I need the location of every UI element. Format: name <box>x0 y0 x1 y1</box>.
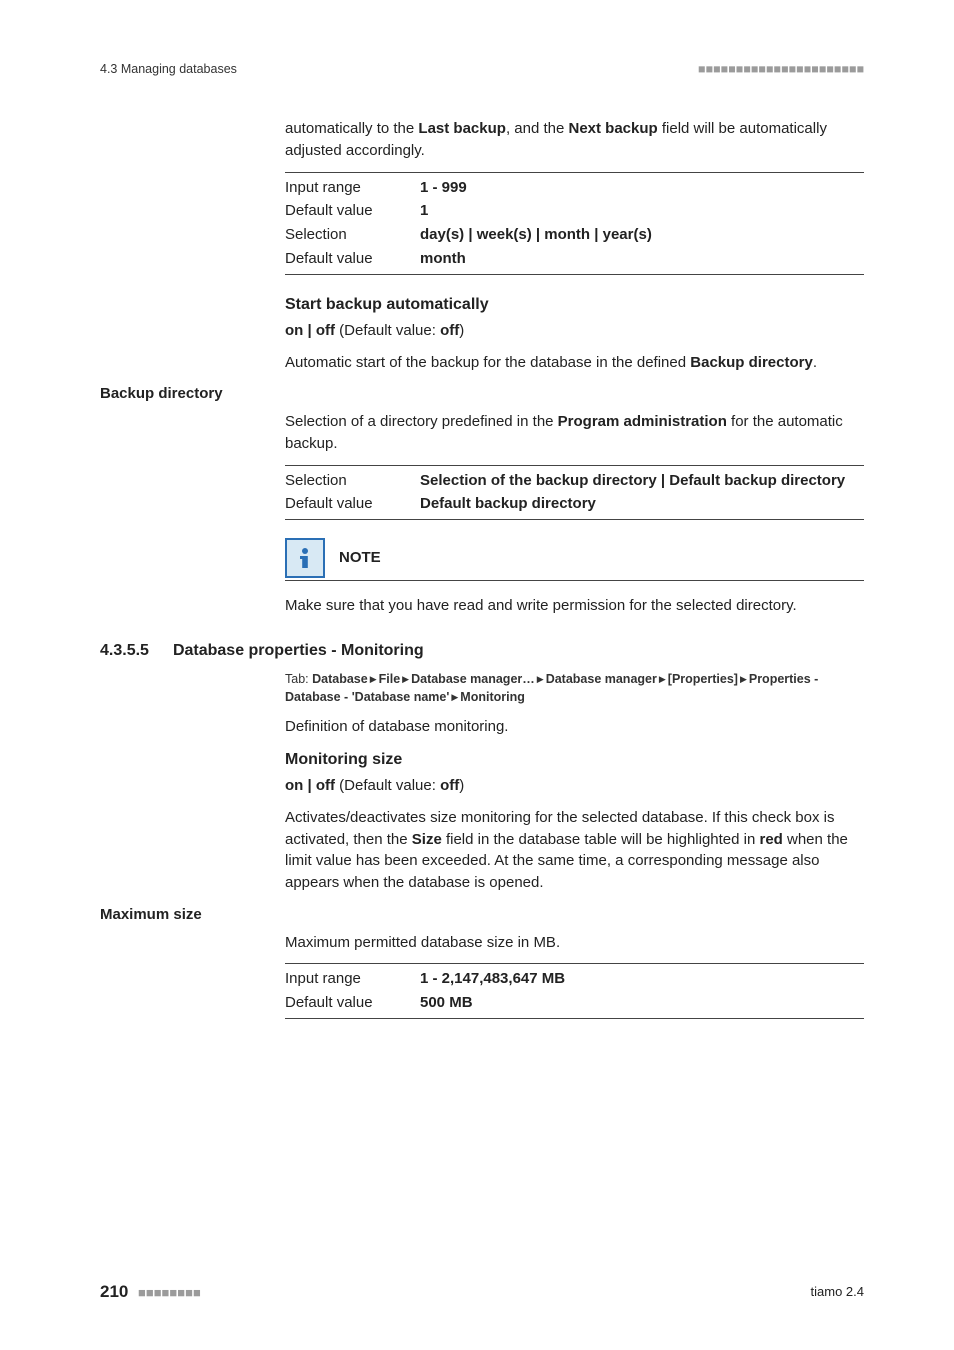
header-left: 4.3 Managing databases <box>100 60 237 78</box>
monitoring-definition: Definition of database monitoring. <box>285 716 864 738</box>
chevron-right-icon: ▶ <box>400 674 411 684</box>
maximum-size-table: Input range 1 - 2,147,483,647 MB Default… <box>285 963 864 1019</box>
backup-directory-desc: Selection of a directory predefined in t… <box>285 411 864 455</box>
note-header: NOTE <box>285 538 864 581</box>
section-heading: 4.3.5.5 Database properties - Monitoring <box>100 639 864 662</box>
prop-label: Default value <box>285 200 420 222</box>
section-title: Database properties - Monitoring <box>173 639 424 662</box>
prop-value: month <box>420 248 864 270</box>
prop-label: Selection <box>285 224 420 246</box>
note-body: Make sure that you have read and write p… <box>285 595 864 617</box>
prop-label: Default value <box>285 493 420 515</box>
start-backup-onoff: on | off (Default value: off) <box>285 320 864 342</box>
prop-label: Input range <box>285 177 420 199</box>
backup-directory-table: Selection Selection of the backup direct… <box>285 465 864 521</box>
info-icon <box>285 538 325 578</box>
prop-value: day(s) | week(s) | month | year(s) <box>420 224 864 246</box>
maximum-size-desc: Maximum permitted database size in MB. <box>285 932 864 954</box>
table-row: Selection day(s) | week(s) | month | yea… <box>285 223 864 247</box>
page-number: 210 <box>100 1282 128 1301</box>
prop-value: 1 <box>420 200 864 222</box>
note-title: NOTE <box>339 547 381 569</box>
prop-value: 1 - 999 <box>420 177 864 199</box>
chevron-right-icon: ▶ <box>449 692 460 702</box>
section-number: 4.3.5.5 <box>100 639 149 662</box>
monitoring-size-desc: Activates/deactivates size monitoring fo… <box>285 807 864 894</box>
prop-label: Selection <box>285 470 420 492</box>
interval-table: Input range 1 - 999 Default value 1 Sele… <box>285 172 864 275</box>
chevron-right-icon: ▶ <box>368 674 379 684</box>
backup-directory-heading: Backup directory <box>100 383 864 405</box>
prop-label: Input range <box>285 968 420 990</box>
prop-value: Default backup directory <box>420 493 864 515</box>
table-row: Input range 1 - 2,147,483,647 MB <box>285 967 864 991</box>
monitoring-size-onoff: on | off (Default value: off) <box>285 775 864 797</box>
table-row: Selection Selection of the backup direct… <box>285 469 864 493</box>
prop-label: Default value <box>285 248 420 270</box>
header-dashes: ■■■■■■■■■■■■■■■■■■■■■■ <box>698 60 864 78</box>
prop-label: Default value <box>285 992 420 1014</box>
footer-left: 210 ■■■■■■■■ <box>100 1280 201 1305</box>
chevron-right-icon: ▶ <box>535 674 546 684</box>
running-header: 4.3 Managing databases ■■■■■■■■■■■■■■■■■… <box>100 60 864 78</box>
start-backup-desc: Automatic start of the backup for the da… <box>285 352 864 374</box>
table-row: Input range 1 - 999 <box>285 176 864 200</box>
intro-paragraph: automatically to the Last backup, and th… <box>285 118 864 162</box>
prop-value: 1 - 2,147,483,647 MB <box>420 968 864 990</box>
note-block: NOTE Make sure that you have read and wr… <box>285 538 864 617</box>
chevron-right-icon: ▶ <box>738 674 749 684</box>
table-row: Default value 500 MB <box>285 991 864 1015</box>
maximum-size-heading: Maximum size <box>100 904 864 926</box>
prop-value: 500 MB <box>420 992 864 1014</box>
table-row: Default value month <box>285 247 864 271</box>
monitoring-size-heading: Monitoring size <box>285 748 864 771</box>
table-row: Default value Default backup directory <box>285 492 864 516</box>
footer-dashes: ■■■■■■■■ <box>138 1285 201 1300</box>
footer-right: tiamo 2.4 <box>811 1283 864 1302</box>
chevron-right-icon: ▶ <box>657 674 668 684</box>
start-backup-heading: Start backup automatically <box>285 293 864 316</box>
table-row: Default value 1 <box>285 199 864 223</box>
tab-breadcrumb: Tab: Database▶File▶Database manager…▶Dat… <box>285 670 864 706</box>
prop-value: Selection of the backup directory | Defa… <box>420 470 864 492</box>
page-footer: 210 ■■■■■■■■ tiamo 2.4 <box>100 1280 864 1305</box>
